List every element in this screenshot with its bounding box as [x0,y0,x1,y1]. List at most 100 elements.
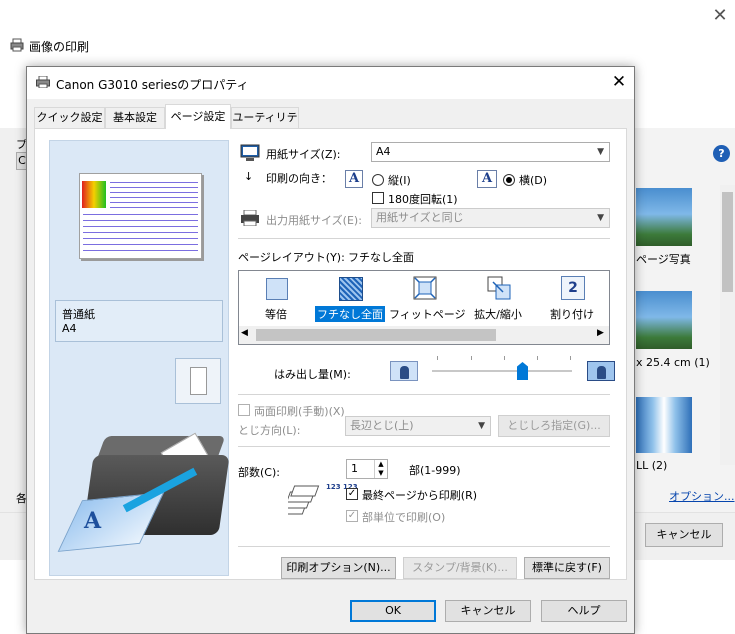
copies-stepper[interactable]: 1 ▲ ▼ [346,459,388,479]
copies-value: 1 [351,462,358,475]
duplex-label: 両面印刷(手動)(X) [254,405,345,418]
media-info-box: 普通紙 A4 [55,300,223,342]
media-type-text: 普通紙 [62,308,95,321]
page-size-icon [240,144,260,161]
help-icon[interactable]: ? [713,145,730,162]
binding-side-label: とじ方向(L): [238,424,301,437]
divider [238,394,610,395]
reverse-order-checkbox[interactable]: ✓ [346,488,358,500]
divider [238,238,610,239]
chevron-down-icon: ▼ [597,213,604,223]
layout-item-page-layout[interactable]: 2 割り付け [537,272,607,324]
layout-scrollbar-thumb[interactable] [256,329,496,341]
options-link[interactable]: オプション... [669,488,735,504]
printer-icon [36,76,50,88]
slider-tick [504,356,505,360]
tab-main[interactable]: 基本設定 [105,107,165,128]
output-size-label: 出力用紙サイズ(E): [266,214,362,227]
slider-tick [437,356,438,360]
fit-to-page-icon [413,276,437,300]
arrow-down-icon: ↓ [244,170,254,183]
dialog-title: Canon G3010 seriesのプロパティ [56,78,249,92]
tab-maintenance[interactable]: ユーティリティ [231,107,299,143]
photo-label: x 25.4 cm (1) [636,356,710,369]
photo-thumbnail[interactable] [636,291,692,349]
overhang-slider-track[interactable] [432,370,572,372]
close-icon[interactable]: ✕ [608,71,630,93]
stamp-background-button[interactable]: スタンプ/背景(K)... [403,557,517,579]
rotate-180-label: 180度回転(1) [388,193,458,206]
page-preview [79,173,202,259]
background-window-title: 画像の印刷 [29,40,90,54]
portrait-label: 縦(I) [388,174,411,187]
page-layout-current: フチなし全面 [348,251,414,264]
layout-item-fit-to-page[interactable]: フィットページ [389,272,466,324]
stepper-down-icon[interactable]: ▼ [374,469,387,478]
help-button[interactable]: ヘルプ [541,600,627,622]
output-paper-letter: A [84,508,102,534]
scroll-right-icon[interactable]: ▶ [597,328,604,338]
chevron-down-icon: ▼ [478,421,485,431]
collate-numbers-icon: 123 123 [326,484,358,491]
background-cancel-button[interactable]: キャンセル [645,523,723,547]
layout-item-label: フィットページ [389,308,466,321]
page-layout-icon: 2 [561,276,585,300]
tab-page-setup[interactable]: ページ設定 [165,104,231,129]
stepper-up-icon[interactable]: ▲ [374,460,387,469]
restore-defaults-button[interactable]: 標準に戻す(F) [524,557,610,579]
divider [238,446,610,447]
background-close-icon[interactable]: ✕ [710,6,730,26]
layout-item-label: 割り付け [550,308,594,321]
normal-size-icon [266,278,288,300]
overhang-label: はみ出し量(M): [274,368,351,381]
page-layout-label: ページレイアウト(Y): [238,251,345,264]
scaled-icon [487,276,511,300]
cancel-button[interactable]: キャンセル [445,600,531,622]
output-size-select[interactable]: 用紙サイズと同じ ▼ [371,208,610,228]
duplex-checkbox[interactable] [238,404,250,416]
media-size-text: A4 [62,322,77,335]
portrait-icon: A [345,170,363,188]
orientation-label: 印刷の向き： [266,172,332,185]
copies-range: 部(1-999) [409,464,461,477]
layout-item-scaled[interactable]: 拡大/縮小 [463,272,533,324]
photo-label: LL (2) [636,459,668,472]
borderless-icon [339,277,363,301]
page-size-value: A4 [376,145,391,158]
layout-item-borderless[interactable]: フチなし全面 [315,272,385,324]
output-size-icon [241,210,259,226]
copies-label: 部数(C): [238,466,280,479]
layout-item-label: フチなし全面 [315,306,385,322]
binding-margin-button[interactable]: とじしろ指定(G)... [498,415,610,437]
landscape-label: 横(D) [519,174,548,187]
scroll-left-icon[interactable]: ◀ [241,328,248,338]
orientation-preview-icon [175,358,221,404]
page-size-select[interactable]: A4 ▼ [371,142,610,162]
photo-label: ページ写真 [636,253,691,266]
page-size-label: 用紙サイズ(Z): [266,148,341,161]
ok-button[interactable]: OK [350,600,436,622]
photo-thumbnail[interactable] [636,397,692,453]
portrait-radio[interactable] [372,174,384,186]
collate-label: 部単位で印刷(O) [362,511,446,524]
background-scrollbar-thumb[interactable] [722,192,733,292]
printer-icon [10,38,24,52]
divider [238,546,610,547]
landscape-radio[interactable] [503,174,515,186]
tab-quick-setup[interactable]: クイック設定 [34,107,105,128]
layout-item-normal[interactable]: 等倍 [241,272,311,324]
overhang-large-icon [587,361,615,381]
rotate-180-checkbox[interactable] [372,192,384,204]
binding-side-select[interactable]: 長辺とじ(上) ▼ [345,416,491,436]
chevron-down-icon: ▼ [597,147,604,157]
landscape-icon: A [477,170,497,188]
layout-item-label: 拡大/縮小 [474,308,522,321]
output-size-value: 用紙サイズと同じ [376,211,464,224]
overhang-small-icon [390,361,418,381]
slider-tick [471,356,472,360]
binding-side-value: 長辺とじ(上) [350,419,414,432]
collate-checkbox[interactable]: ✓ [346,510,358,522]
photo-thumbnail[interactable] [636,188,692,246]
slider-tick [570,356,571,360]
print-options-button[interactable]: 印刷オプション(N)... [281,557,396,579]
